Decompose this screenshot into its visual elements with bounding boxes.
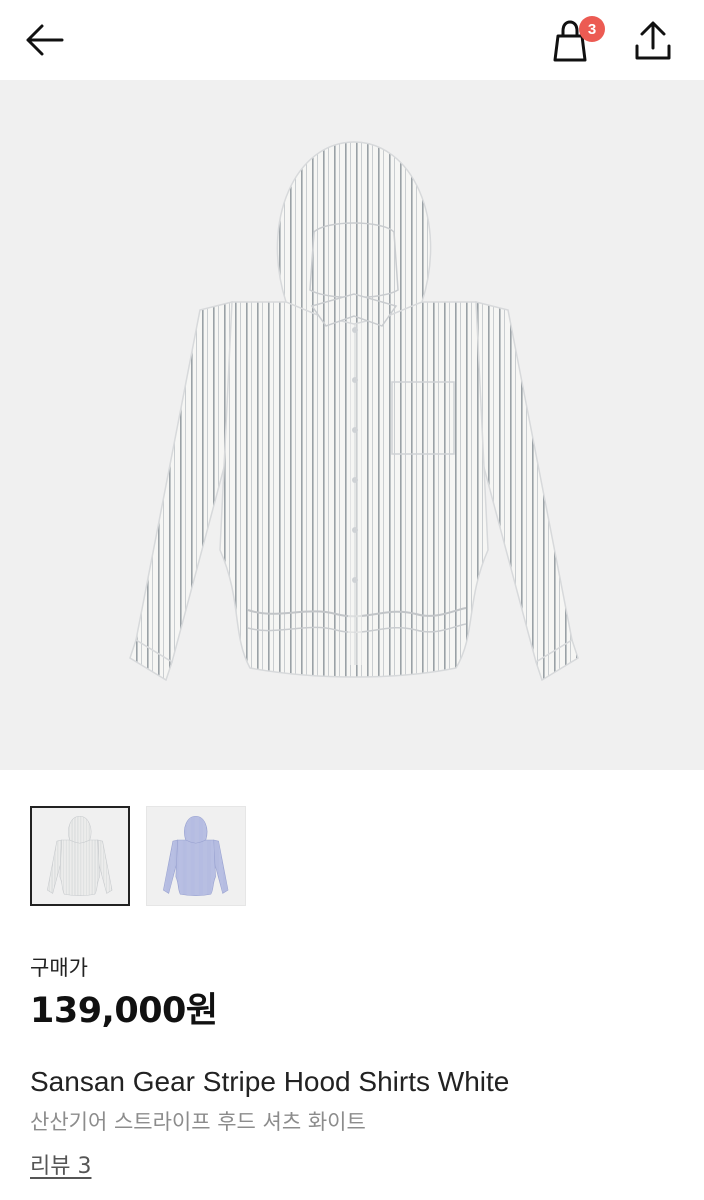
product-image[interactable] [0, 80, 704, 770]
thumbnail-list [30, 806, 246, 906]
product-name-korean: 산산기어 스트라이프 후드 셔츠 화이트 [30, 1110, 366, 1134]
product-price: 139,000원 [30, 991, 218, 1031]
thumbnail-image-blue [163, 815, 229, 896]
thumbnail-blue[interactable] [146, 806, 246, 906]
cart-count-badge: 3 [579, 16, 605, 42]
share-icon [635, 21, 671, 60]
share-button[interactable] [628, 16, 678, 66]
thumbnail-white[interactable] [30, 806, 130, 906]
top-bar: 3 [0, 0, 704, 80]
cart-button[interactable]: 3 [548, 16, 605, 66]
price-label: 구매가 [30, 956, 88, 980]
arrow-left-icon [26, 24, 64, 56]
product-name-english: Sansan Gear Stripe Hood Shirts White [30, 1066, 510, 1097]
reviews-link[interactable]: 리뷰 3 [30, 1148, 91, 1180]
thumbnail-image-white [47, 815, 113, 896]
back-button[interactable] [22, 18, 78, 62]
striped-hood-shirt-image [129, 141, 579, 682]
